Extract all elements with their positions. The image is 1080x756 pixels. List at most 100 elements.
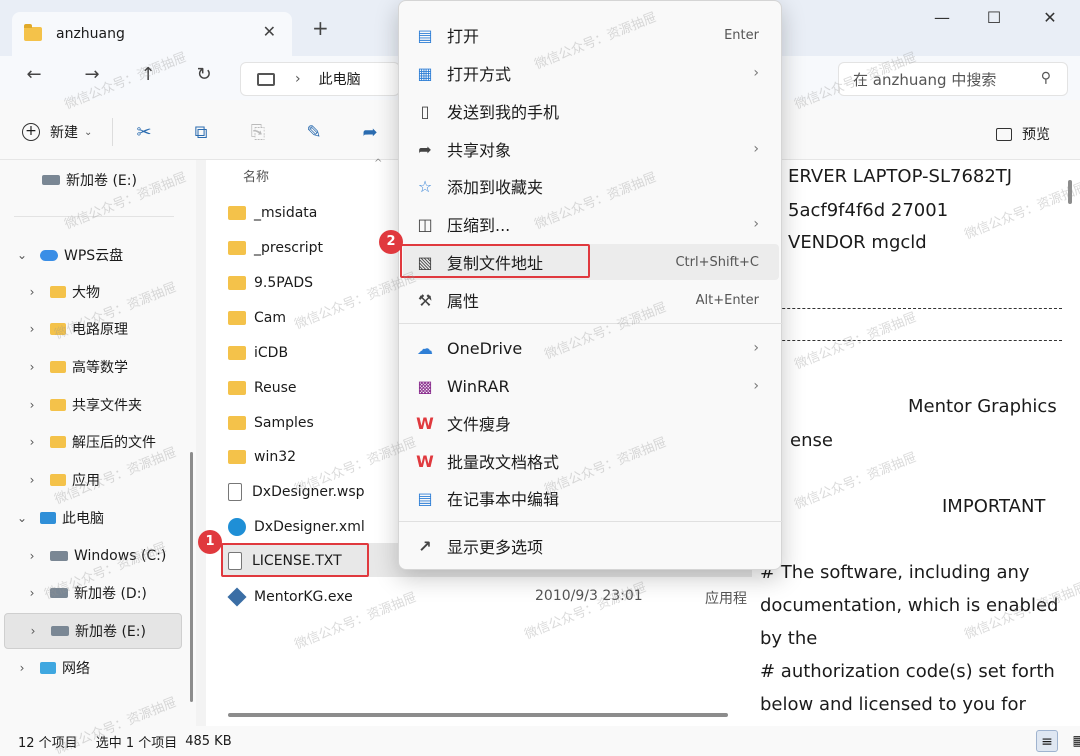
menu-item-winrar[interactable]: ▩ WinRAR › [403, 368, 779, 404]
sidebar-item-drive-e-top[interactable]: 新加卷 (E:) [0, 162, 184, 198]
sidebar-item-drive-e[interactable]: › 新加卷 (E:) [4, 613, 182, 649]
folder-icon [228, 450, 246, 464]
maximize-button[interactable]: ☐ [974, 8, 1014, 27]
menu-item-label: 打开方式 [447, 65, 512, 84]
expand-arrow-icon[interactable]: › [24, 549, 40, 563]
copy-icon[interactable]: ⧉ [189, 122, 213, 143]
forward-button[interactable]: → [78, 64, 106, 85]
new-label: 新建 [50, 125, 78, 141]
paste-icon[interactable]: ⎘ [246, 122, 270, 143]
plus-icon: + [22, 123, 40, 141]
sidebar-item-wps-cloud[interactable]: ⌄ WPS云盘 [0, 237, 184, 273]
expand-arrow-icon[interactable]: › [25, 624, 41, 638]
file-row[interactable]: Reuse [228, 373, 297, 403]
menu-item-slim-file[interactable]: W 文件瘦身 [403, 405, 779, 441]
file-row[interactable]: DxDesigner.xml [228, 512, 365, 542]
search-icon[interactable]: ⚲ [1041, 70, 1051, 86]
file-row[interactable]: 9.5PADS [228, 268, 313, 298]
column-header-name[interactable]: 名称 [243, 166, 269, 185]
sidebar-item-apps[interactable]: › 应用 [0, 462, 184, 498]
menu-item-label: 添加到收藏夹 [447, 178, 544, 197]
sidebar-item-extracted[interactable]: › 解压后的文件 [0, 424, 184, 460]
expand-arrow-icon[interactable]: › [24, 435, 40, 449]
expand-arrow-icon[interactable]: › [24, 285, 40, 299]
collapse-arrow-icon[interactable]: ⌄ [14, 248, 30, 262]
drive-icon [42, 175, 60, 185]
menu-item-edit-notepad[interactable]: ▤ 在记事本中编辑 [403, 480, 779, 516]
new-tab-button[interactable]: + [312, 16, 329, 40]
refresh-button[interactable]: ↻ [190, 64, 218, 85]
file-row[interactable]: _prescript [228, 233, 323, 263]
menu-item-label: 共享对象 [447, 141, 512, 160]
sidebar-item-this-pc[interactable]: ⌄ 此电脑 [0, 500, 184, 536]
sidebar-item-drive-d[interactable]: › 新加卷 (D:) [0, 575, 184, 611]
expand-arrow-icon[interactable]: › [24, 322, 40, 336]
menu-item-label: 批量改文档格式 [447, 453, 560, 472]
chevron-down-icon: ⌄ [84, 126, 93, 138]
preview-button[interactable]: 预览 [996, 124, 1050, 144]
file-row[interactable]: _msidata [228, 198, 317, 228]
expand-arrow-icon[interactable]: › [24, 586, 40, 600]
back-button[interactable]: ← [20, 64, 48, 85]
sidebar-item-dawu[interactable]: › 大物 [0, 274, 184, 310]
file-row[interactable]: Cam [228, 303, 286, 333]
preview-scrollbar[interactable] [1068, 180, 1072, 204]
expand-arrow-icon[interactable]: › [24, 473, 40, 487]
file-row[interactable]: win32 [228, 442, 296, 472]
address-bar[interactable]: › 此电脑 [240, 62, 400, 96]
search-input[interactable]: 在 anzhuang 中搜索 ⚲ [838, 62, 1068, 96]
up-button[interactable]: ↑ [134, 64, 162, 85]
minimize-button[interactable]: — [922, 8, 962, 27]
folder-icon [50, 286, 66, 298]
file-name: MentorKG.exe [254, 589, 353, 605]
share-icon[interactable]: ➦ [358, 122, 382, 143]
file-row[interactable]: DxDesigner.wsp [228, 477, 365, 507]
rename-icon[interactable]: ✎ [302, 122, 326, 143]
menu-item-label: OneDrive [447, 338, 523, 358]
expand-arrow-icon[interactable]: › [24, 360, 40, 374]
address-chevron-icon[interactable]: › [295, 71, 301, 87]
sidebar-item-circuits[interactable]: › 电路原理 [0, 311, 184, 347]
file-row[interactable]: iCDB [228, 338, 288, 368]
folder-icon [50, 361, 66, 373]
folder-icon [228, 276, 246, 290]
menu-item-open-with[interactable]: ▦ 打开方式 › [403, 55, 779, 91]
sidebar-item-network[interactable]: › 网络 [0, 650, 184, 686]
submenu-arrow-icon: › [753, 65, 759, 81]
sidebar-item-drive-c[interactable]: › Windows (C:) [0, 538, 184, 574]
network-icon [40, 662, 56, 674]
sidebar-item-math[interactable]: › 高等数学 [0, 349, 184, 385]
tab-anzhuang[interactable]: anzhuang ✕ [12, 12, 292, 56]
menu-item-properties[interactable]: ⚒ 属性 Alt+Enter [403, 282, 779, 318]
expand-arrow-icon[interactable]: › [24, 398, 40, 412]
menu-item-share[interactable]: ➦ 共享对象 › [403, 131, 779, 167]
file-row[interactable]: Samples [228, 408, 314, 438]
menu-item-batch-convert[interactable]: W 批量改文档格式 [403, 443, 779, 479]
expand-arrow-icon[interactable]: › [14, 661, 30, 675]
sidebar-item-shared[interactable]: › 共享文件夹 [0, 387, 184, 423]
preview-line: documentation, which is enabled [760, 595, 1059, 616]
wps-icon: W [416, 413, 434, 433]
menu-item-compress[interactable]: ◫ 压缩到... › [403, 206, 779, 242]
navigation-pane: 新加卷 (E:) ⌄ WPS云盘 › 大物 › 电路原理 › 高等数学 › 共享… [0, 160, 196, 726]
sidebar-item-label: 解压后的文件 [72, 435, 156, 451]
menu-item-add-favorites[interactable]: ☆ 添加到收藏夹 [403, 168, 779, 204]
file-name: Cam [254, 310, 286, 326]
cut-icon[interactable]: ✂ [132, 122, 156, 143]
horizontal-scrollbar[interactable] [228, 713, 728, 717]
file-row[interactable]: MentorKG.exe [227, 582, 353, 612]
menu-item-onedrive[interactable]: ☁ OneDrive › [403, 330, 779, 366]
close-button[interactable]: ✕ [1030, 8, 1070, 27]
tab-close-icon[interactable]: ✕ [263, 22, 276, 41]
collapse-arrow-icon[interactable]: ⌄ [14, 511, 30, 525]
menu-item-label: 属性 [447, 292, 480, 311]
menu-item-open[interactable]: ▤ 打开 Enter [403, 17, 779, 53]
preview-line: Mentor Graphics [908, 396, 1057, 417]
tiles-view-icon[interactable]: ▦ [1068, 730, 1080, 752]
menu-item-send-to-phone[interactable]: ▯ 发送到我的手机 [403, 93, 779, 129]
new-button[interactable]: + 新建 ⌄ [22, 122, 92, 142]
sidebar-scrollbar[interactable] [190, 452, 193, 702]
details-view-icon[interactable]: ≡ [1036, 730, 1058, 752]
file-name: _msidata [254, 205, 318, 221]
menu-item-more-options[interactable]: ↗ 显示更多选项 [403, 528, 779, 564]
